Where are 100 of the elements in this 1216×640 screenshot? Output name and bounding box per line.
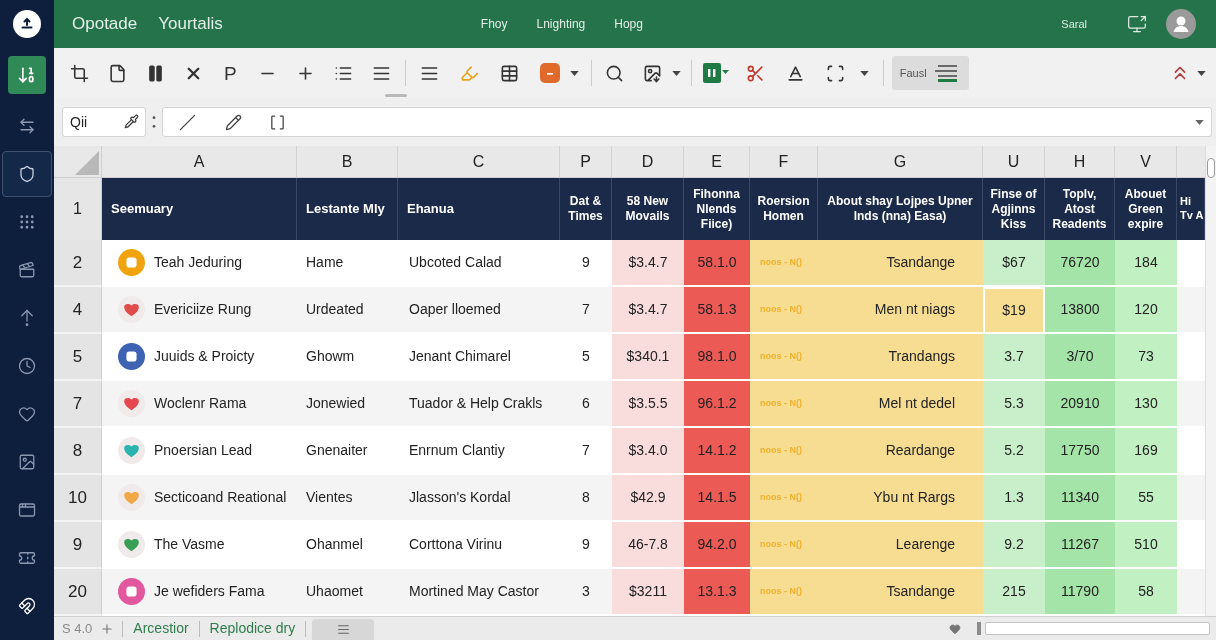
row-header[interactable]: 5 <box>54 334 102 381</box>
table-cell: Mortined May Castor <box>398 569 560 616</box>
caret-icon[interactable] <box>1197 70 1206 76</box>
search-icon[interactable] <box>605 63 625 83</box>
table-cell: 58.1.0 <box>684 240 750 287</box>
tile-icon[interactable] <box>539 63 560 83</box>
row-header[interactable]: 8 <box>54 428 102 475</box>
table-cell: 215 <box>983 569 1045 616</box>
table-cell: 17750 <box>1045 428 1115 475</box>
user-avatar-icon[interactable] <box>1166 9 1196 39</box>
header-cell: 58 New Movails <box>612 178 684 240</box>
table-cell: $3211 <box>612 569 684 616</box>
image-icon[interactable] <box>643 63 663 83</box>
row-header[interactable]: 7 <box>54 381 102 428</box>
cell-text: Secticoand Reational <box>154 488 287 507</box>
table-cell: $67 <box>983 240 1045 287</box>
brackets-icon[interactable] <box>269 113 286 131</box>
image-icon <box>18 453 36 471</box>
table-cell: noos - N() <box>750 287 818 334</box>
table-cell: Jlasson's Kordal <box>398 475 560 522</box>
app-name: Opotade <box>72 13 138 36</box>
menu-item[interactable]: Fhoy <box>480 15 508 33</box>
column-header[interactable]: E <box>684 146 750 177</box>
sheet-tab[interactable]: Arcestior <box>131 618 191 639</box>
document-title: Yourtalis <box>158 13 223 36</box>
chart-tile-icon[interactable] <box>702 63 729 83</box>
window-icon <box>18 501 36 519</box>
table-cell: 1.3 <box>983 475 1045 522</box>
column-header[interactable]: U <box>983 146 1045 177</box>
header-cell: Abouet Green expire <box>1115 178 1177 240</box>
crop-icon[interactable] <box>69 63 89 83</box>
column-header[interactable]: B <box>297 146 398 177</box>
cell-text: Pnoersian Lead <box>154 441 253 460</box>
row-header[interactable]: 10 <box>54 475 102 522</box>
table-cell <box>1177 287 1205 334</box>
table-cell: 58.1.3 <box>684 287 750 334</box>
column-header[interactable]: H <box>1045 146 1115 177</box>
table-cell: noos - N() <box>750 428 818 475</box>
menu-item[interactable]: Hopg <box>614 15 643 33</box>
row-header[interactable]: 9 <box>54 522 102 569</box>
caret-icon[interactable] <box>859 70 869 76</box>
table-cell: 510 <box>1115 522 1177 569</box>
table-cell: 20910 <box>1045 381 1115 428</box>
clock-icon <box>18 357 36 375</box>
caret-icon[interactable] <box>569 70 579 76</box>
column-header[interactable]: V <box>1115 146 1177 177</box>
pencil-icon[interactable] <box>225 113 242 131</box>
table-cell: $3.4.7 <box>612 287 684 334</box>
table-cell: noos - N() <box>750 569 818 616</box>
table-cell: 46-7.8 <box>612 522 684 569</box>
name-box[interactable]: Qii <box>62 107 146 137</box>
lines-icon <box>934 64 957 82</box>
row-header[interactable]: 1 <box>54 178 102 240</box>
slash-icon[interactable] <box>179 113 196 131</box>
table-cell: $3.4.7 <box>612 240 684 287</box>
table-cell: $19 <box>983 287 1045 334</box>
table-cell: $3.5.5 <box>612 381 684 428</box>
horizontal-scrollbar[interactable] <box>985 622 1210 635</box>
column-header[interactable]: G <box>818 146 983 177</box>
column-header[interactable]: P <box>560 146 612 177</box>
heart-icon[interactable] <box>949 622 961 635</box>
header-cell: Ehanua <box>398 178 560 240</box>
table-cell: 6 <box>560 381 612 428</box>
caret-icon[interactable] <box>1195 119 1204 125</box>
sheet-tab[interactable]: Replodice dry <box>207 618 298 639</box>
table-cell: Tsandange <box>818 240 983 287</box>
heart-icon <box>18 405 36 423</box>
table-cell: Tsandange <box>818 569 983 616</box>
vertical-scrollbar[interactable] <box>1205 146 1216 616</box>
table-icon[interactable] <box>500 63 520 83</box>
sort-button[interactable] <box>8 56 46 94</box>
dots-icon <box>18 213 36 231</box>
screen-icon[interactable] <box>1127 14 1147 34</box>
upload-icon[interactable] <box>13 10 41 38</box>
table-cell: noos - N() <box>750 522 818 569</box>
scrollbar-thumb[interactable] <box>1207 158 1215 178</box>
document-icon[interactable] <box>107 63 127 83</box>
table-cell: 7 <box>560 287 612 334</box>
row-header[interactable]: 2 <box>54 240 102 287</box>
sheet-list-button[interactable] <box>312 619 375 640</box>
pipette-icon[interactable] <box>124 114 139 129</box>
header-cell: Lestante Mly <box>297 178 398 240</box>
column-header[interactable]: D <box>612 146 684 177</box>
table-cell: 184 <box>1115 240 1177 287</box>
frame-icon[interactable] <box>826 63 846 83</box>
caret-icon[interactable] <box>671 70 681 76</box>
menu-item[interactable]: Lnighting <box>536 15 586 33</box>
row-header[interactable]: 20 <box>54 569 102 616</box>
scissors-icon[interactable] <box>746 63 766 83</box>
table-cell: 5.2 <box>983 428 1045 475</box>
arrow-up-icon <box>18 309 36 327</box>
style-dropdown[interactable]: Fausl <box>891 56 969 90</box>
formula-field[interactable] <box>162 107 1212 137</box>
row-header[interactable]: 4 <box>54 287 102 334</box>
column-header[interactable]: A <box>102 146 297 177</box>
toolbar-letter-button[interactable]: P <box>224 63 237 83</box>
text-baseline-icon[interactable] <box>786 63 806 83</box>
column-header[interactable]: C <box>398 146 560 177</box>
column-header[interactable]: F <box>750 146 818 177</box>
drag-handle[interactable] <box>385 94 407 97</box>
